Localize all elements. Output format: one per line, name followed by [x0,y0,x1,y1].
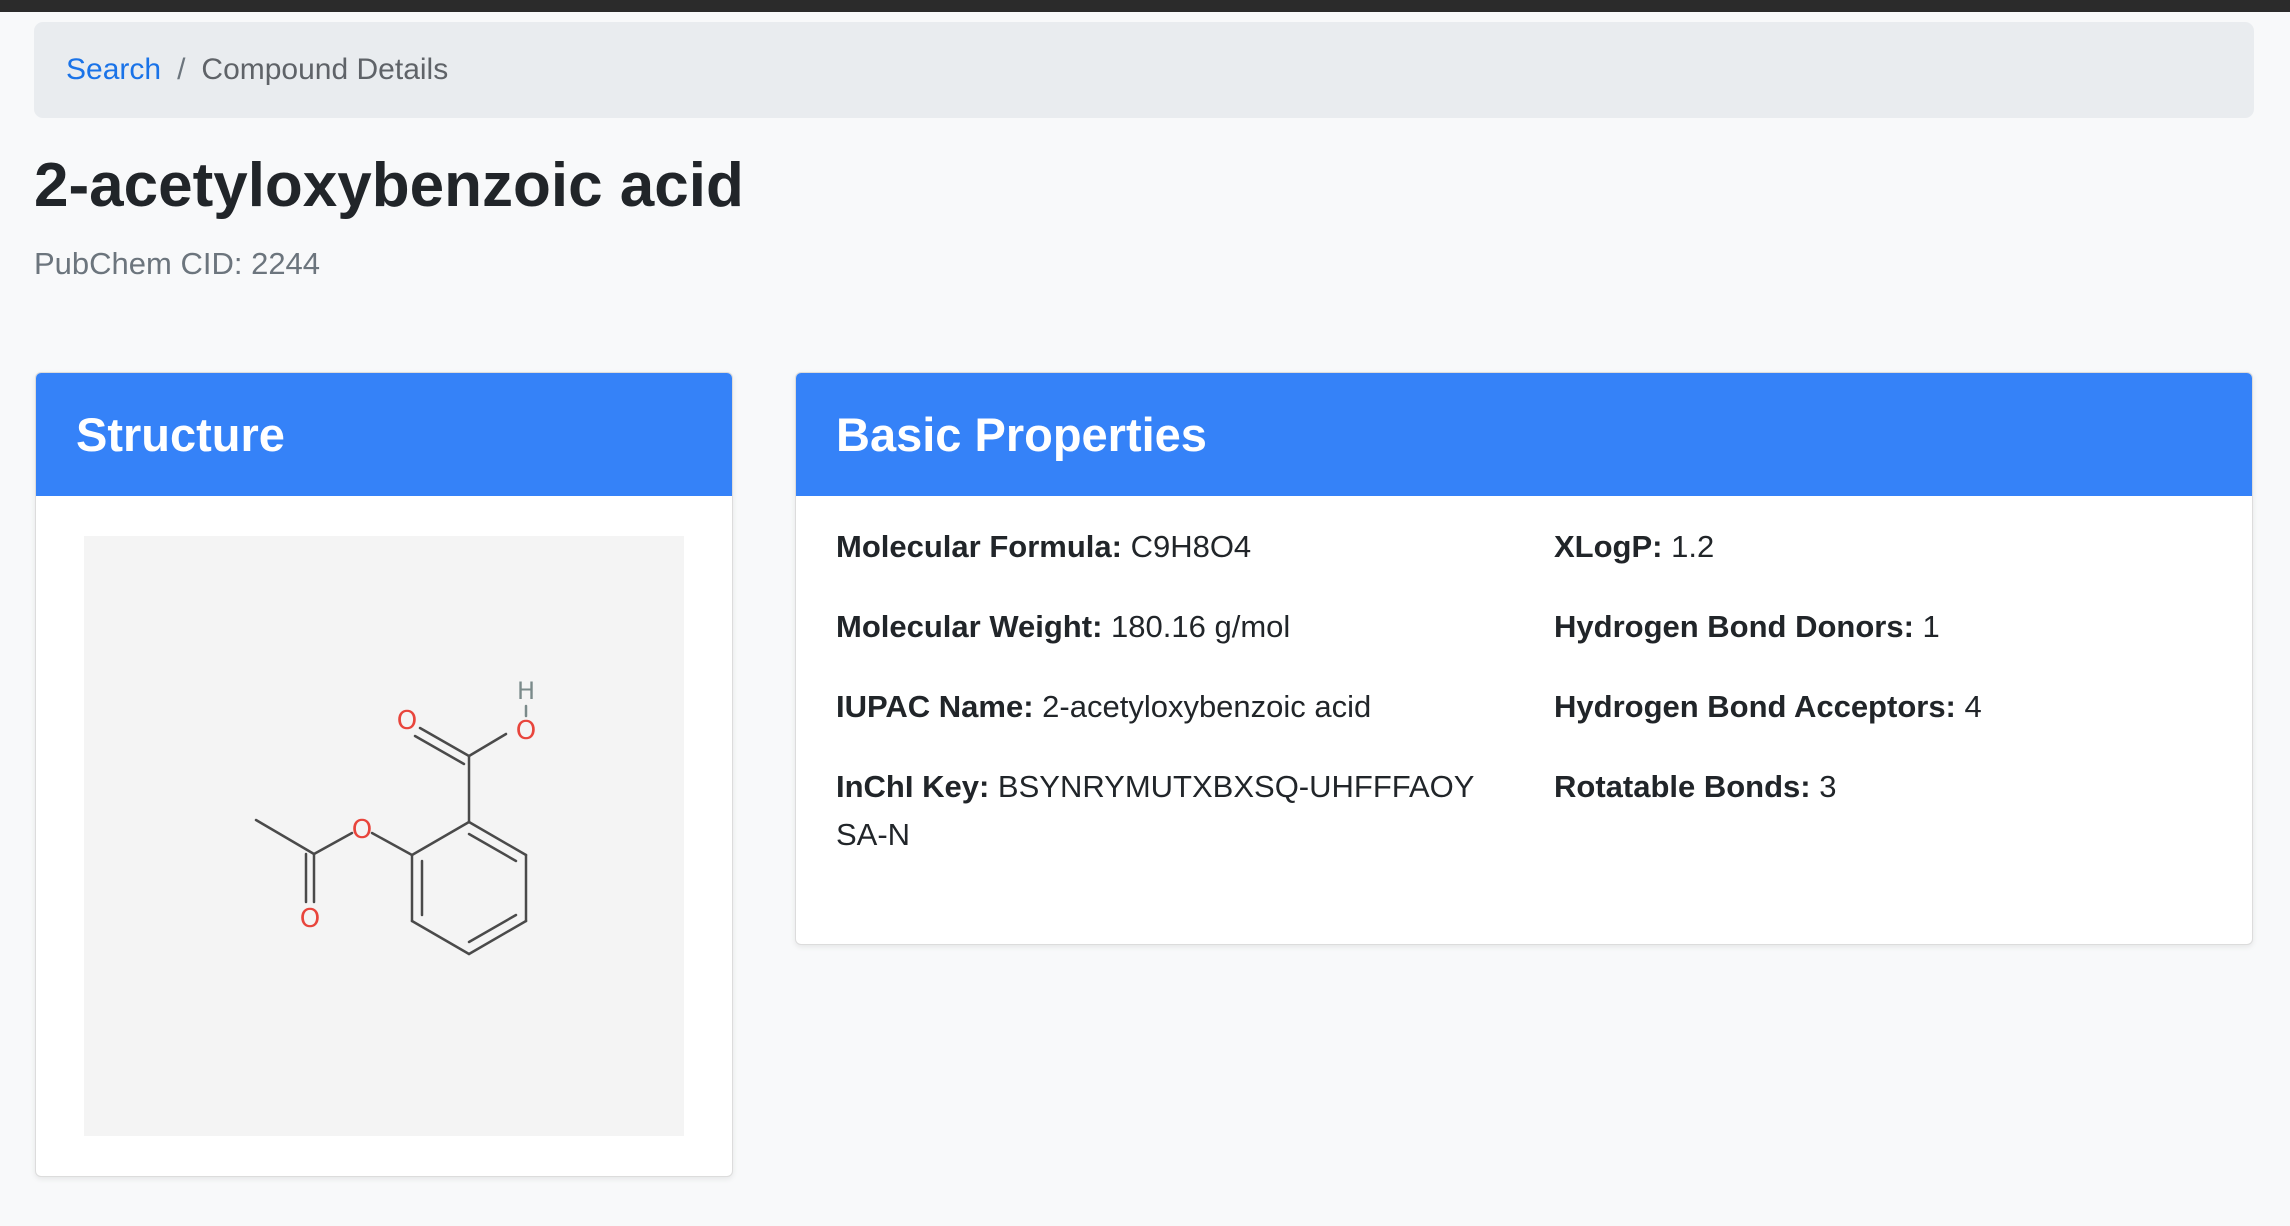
property-label: XLogP: [1554,529,1663,564]
property-label: Hydrogen Bond Acceptors: [1554,689,1956,724]
atom-hydroxyl-o: O [516,716,536,746]
basic-properties-card-header: Basic Properties [796,373,2252,496]
property-label: IUPAC Name: [836,689,1034,724]
property-value: 180.16 g/mol [1111,609,1291,644]
property-xlogp: XLogP: 1.2 [1554,523,2204,571]
bond-ring-6 [410,820,471,857]
atom-labels: O O H O O [300,677,536,934]
property-hydrogen-bond-donors: Hydrogen Bond Donors: 1 [1554,603,2204,651]
property-value: 1 [1922,609,1940,644]
property-value: 1.2 [1671,529,1715,564]
property-label: Hydrogen Bond Donors: [1554,609,1914,644]
browser-top-strip [0,0,2290,12]
property-inchi-key: InChI Key: BSYNRYMUTXBXSQ-UHFFFAOYSA-N [836,763,1486,859]
page-title: 2-acetyloxybenzoic acid [34,151,744,220]
breadcrumb-current-page: Compound Details [201,53,449,86]
atom-acetyl-o: O [300,904,320,934]
atom-ester-o: O [352,815,372,845]
bond-ring-to-ester-o [370,831,414,857]
molecule-structure-drawing: O O H O O [254,677,536,956]
property-value: 2-acetyloxybenzoic acid [1042,689,1372,724]
bond-ring-inner-1 [467,832,518,863]
breadcrumb-search-link[interactable]: Search [66,53,161,87]
property-value: C9H8O4 [1130,529,1252,564]
bond-methyl [254,818,316,856]
atom-carbonyl-o: O [397,706,417,736]
structure-card: Structure O O H O O [35,372,733,1177]
property-molecular-formula: Molecular Formula: C9H8O4 [836,523,1486,571]
bond-ring-inner-2 [467,913,518,944]
structure-card-header: Structure [36,373,732,496]
property-rotatable-bonds: Rotatable Bonds: 3 [1554,763,2204,811]
bond-ester-o-to-c [312,831,354,856]
property-label: Rotatable Bonds: [1554,769,1811,804]
property-iupac-name: IUPAC Name: 2-acetyloxybenzoic acid [836,683,1486,731]
pubchem-cid: PubChem CID: 2244 [34,246,321,281]
property-label: Molecular Weight: [836,609,1103,644]
basic-properties-card: Basic Properties Molecular Formula: C9H8… [795,372,2253,945]
bonds [254,704,528,956]
bond-c-oh [467,732,508,758]
property-value: 4 [1964,689,1982,724]
property-molecular-weight: Molecular Weight: 180.16 g/mol [836,603,1486,651]
atom-hydroxyl-h: H [517,677,535,705]
property-value: 3 [1819,769,1837,804]
property-hydrogen-bond-acceptors: Hydrogen Bond Acceptors: 4 [1554,683,2204,731]
property-label: Molecular Formula: [836,529,1122,564]
property-label: InChI Key: [836,769,990,804]
breadcrumb-separator: / [177,53,186,86]
breadcrumb: Search / Compound Details [34,22,2254,118]
structure-image: O O H O O [84,536,684,1136]
bond-ring-4 [410,919,471,956]
